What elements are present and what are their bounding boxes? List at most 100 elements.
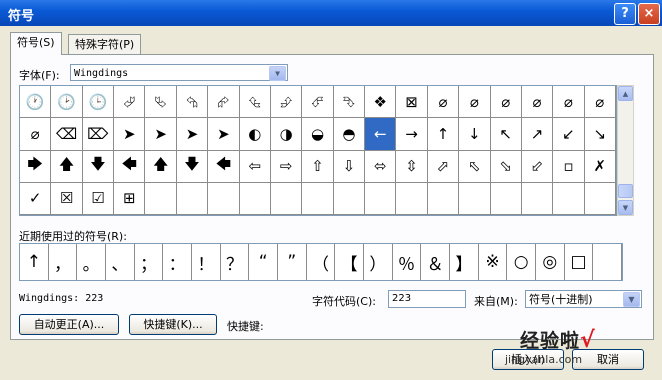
symbol-cell[interactable]: ⇳ <box>396 150 428 183</box>
symbol-cell[interactable] <box>521 182 554 215</box>
recent-symbol-cell[interactable]: □ <box>565 244 594 280</box>
symbol-cell[interactable]: ▫ <box>553 150 585 183</box>
symbol-cell[interactable] <box>553 182 585 215</box>
symbol-cell[interactable]: ⮰ <box>114 86 146 119</box>
symbol-cell[interactable] <box>396 182 428 215</box>
symbol-cell[interactable]: ⬃ <box>521 150 554 183</box>
symbol-cell[interactable]: ⌀ <box>553 86 585 119</box>
recent-symbol-cell[interactable]: ） <box>364 244 393 280</box>
tab-special-characters[interactable]: 特殊字符(P) <box>68 34 142 54</box>
symbol-cell[interactable]: ◒ <box>302 118 334 151</box>
symbol-cell[interactable]: 🡄 <box>114 150 146 183</box>
symbol-cell[interactable]: ⬁ <box>459 150 491 183</box>
symbol-cell[interactable]: ⮱ <box>145 86 177 119</box>
symbol-cell[interactable]: 🡇 <box>82 150 115 183</box>
symbol-cell[interactable]: ❖ <box>365 86 397 119</box>
recent-symbol-cell[interactable]: 】 <box>450 244 479 280</box>
recent-symbols-list[interactable]: ↑，。、；：！？ “” （【）％＆】 ※ ○ ◎ □ <box>19 243 623 281</box>
symbol-cell[interactable]: ⌀ <box>20 118 52 151</box>
symbol-cell[interactable]: ⇦ <box>239 150 271 183</box>
recent-symbol-cell[interactable]: ？ <box>221 244 250 280</box>
symbol-cell[interactable]: ☒ <box>51 182 83 215</box>
symbol-cell[interactable]: 🡅 <box>145 150 177 183</box>
symbol-cell[interactable] <box>176 182 209 215</box>
symbol-cell[interactable]: ⌫ <box>51 118 83 151</box>
symbol-cell[interactable]: ➤ <box>176 118 209 151</box>
scroll-thumb[interactable] <box>618 184 633 198</box>
symbol-cell[interactable]: ⌀ <box>490 86 522 119</box>
symbol-cell[interactable]: 🡇 <box>176 150 209 183</box>
symbol-cell[interactable]: ✗ <box>584 150 616 183</box>
symbol-cell[interactable] <box>302 182 334 215</box>
symbol-cell[interactable]: ⇨ <box>270 150 303 183</box>
symbol-cell[interactable]: → <box>396 118 428 151</box>
symbol-cell[interactable] <box>584 182 616 215</box>
symbol-cell[interactable]: ⌀ <box>584 86 616 119</box>
scroll-down-icon[interactable]: ▼ <box>618 200 633 215</box>
tab-symbols[interactable]: 符号(S) <box>10 32 62 55</box>
recent-symbol-cell[interactable]: ＆ <box>421 244 450 280</box>
recent-symbol-cell[interactable]: ↑ <box>20 244 49 280</box>
symbol-cell[interactable] <box>365 182 397 215</box>
recent-symbol-cell[interactable] <box>593 244 622 280</box>
symbol-cell[interactable]: ⊠ <box>396 86 428 119</box>
symbol-cell[interactable]: ⇧ <box>302 150 334 183</box>
symbol-cell[interactable]: 🕐 <box>20 86 52 119</box>
symbol-cell[interactable]: ➤ <box>145 118 177 151</box>
close-button[interactable]: × <box>638 3 660 25</box>
recent-symbol-cell[interactable]: （ <box>307 244 336 280</box>
symbol-cell[interactable]: ☑ <box>82 182 115 215</box>
recent-symbol-cell[interactable]: ※ <box>479 244 508 280</box>
symbol-cell[interactable]: ↓ <box>459 118 491 151</box>
symbol-cell[interactable]: ⮶ <box>302 86 334 119</box>
symbol-cell[interactable]: ⊞ <box>114 182 146 215</box>
help-button[interactable]: ? <box>614 3 636 25</box>
recent-symbol-cell[interactable]: ” <box>278 244 307 280</box>
symbol-cell[interactable] <box>145 182 177 215</box>
symbol-cell[interactable]: 🕒 <box>82 86 115 119</box>
symbol-cell[interactable]: ← <box>365 118 397 151</box>
symbol-grid-scrollbar[interactable]: ▲ ▼ <box>617 85 634 216</box>
symbol-cell[interactable]: 🕑 <box>51 86 83 119</box>
symbol-grid[interactable]: 🕐 🕑 🕒 ⮰ ⮱ ⮲ ⮳ ⮴ ⮵ ⮶ ⮷ ❖ ⊠ ⌀ ⌀ ⌀ ⌀ ⌀ ⌀ ⌀ ⌫ ⌦ ➤ ➤ ➤ ➤ ◐ ◑ ◒ ◓ ← → ↑ ↓ ↖ ↗ ↙ ↘ 🡆 🡅… <box>19 85 617 216</box>
symbol-cell[interactable] <box>270 182 303 215</box>
symbol-cell[interactable]: ⮲ <box>176 86 209 119</box>
symbol-cell[interactable] <box>490 182 522 215</box>
from-select[interactable]: 符号(十进制) ▼ <box>525 290 642 308</box>
recent-symbol-cell[interactable]: ； <box>135 244 164 280</box>
symbol-cell[interactable]: ↙ <box>553 118 585 151</box>
recent-symbol-cell[interactable]: 。 <box>77 244 106 280</box>
recent-symbol-cell[interactable]: 、 <box>106 244 135 280</box>
scroll-up-icon[interactable]: ▲ <box>618 86 633 101</box>
symbol-cell[interactable]: ⌀ <box>459 86 491 119</box>
autocorrect-button[interactable]: 自动更正(A)... <box>19 314 119 335</box>
symbol-cell[interactable]: ➤ <box>114 118 146 151</box>
symbol-cell[interactable]: ◐ <box>239 118 271 151</box>
symbol-cell[interactable]: ↗ <box>521 118 554 151</box>
recent-symbol-cell[interactable]: “ <box>249 244 278 280</box>
symbol-cell[interactable] <box>459 182 491 215</box>
recent-symbol-cell[interactable]: ， <box>49 244 78 280</box>
symbol-cell[interactable]: ↘ <box>584 118 616 151</box>
symbol-cell[interactable]: ⮴ <box>239 86 271 119</box>
symbol-cell[interactable] <box>333 182 366 215</box>
symbol-cell[interactable] <box>427 182 460 215</box>
chevron-down-icon[interactable]: ▼ <box>269 66 286 81</box>
font-select[interactable]: Wingdings ▼ <box>70 64 288 81</box>
symbol-cell[interactable] <box>239 182 271 215</box>
symbol-cell[interactable]: ➤ <box>208 118 240 151</box>
symbol-cell[interactable]: ✓ <box>20 182 52 215</box>
symbol-cell[interactable]: ⬂ <box>490 150 522 183</box>
shortcut-key-button[interactable]: 快捷键(K)... <box>129 314 217 335</box>
symbol-cell[interactable]: ⇩ <box>333 150 366 183</box>
symbol-cell[interactable]: ⬄ <box>365 150 397 183</box>
symbol-cell[interactable]: 🡅 <box>51 150 83 183</box>
symbol-cell[interactable] <box>208 182 240 215</box>
symbol-cell[interactable]: ⌀ <box>521 86 554 119</box>
symbol-cell[interactable]: 🡆 <box>20 150 52 183</box>
recent-symbol-cell[interactable]: ： <box>163 244 192 280</box>
symbol-cell[interactable]: ⌦ <box>82 118 115 151</box>
symbol-cell[interactable]: ◓ <box>333 118 366 151</box>
symbol-cell[interactable]: ⌀ <box>427 86 460 119</box>
symbol-cell[interactable]: ⬀ <box>427 150 460 183</box>
